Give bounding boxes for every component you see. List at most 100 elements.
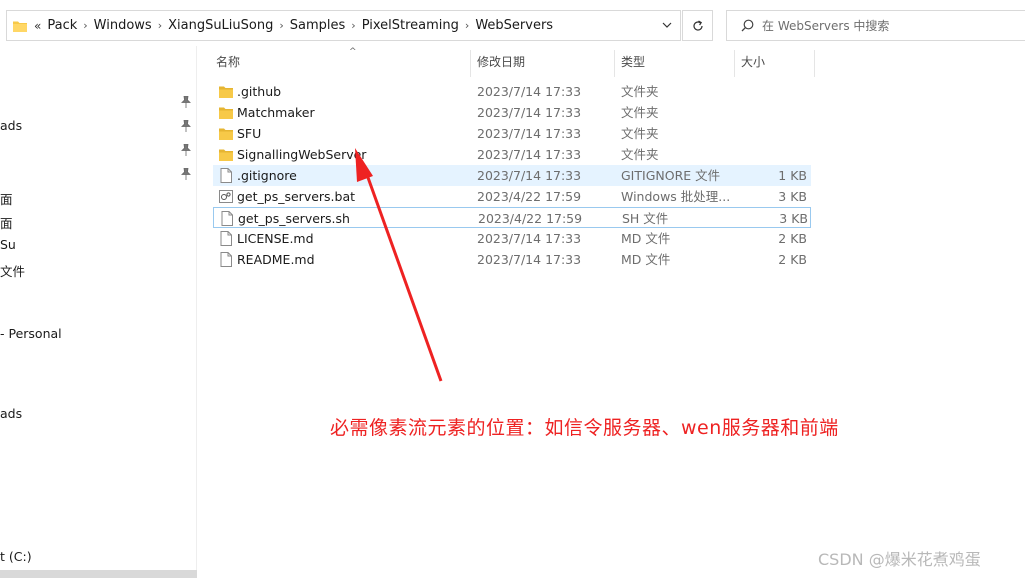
breadcrumb-item[interactable]: Windows (94, 18, 152, 33)
breadcrumb-overflow-button[interactable]: « (34, 19, 41, 33)
file-type: 文件夹 (621, 84, 659, 99)
nav-item[interactable]: 文件 (0, 261, 25, 280)
chevron-right-icon[interactable]: › (279, 19, 283, 32)
folder-icon (13, 21, 27, 32)
annotation-text: 必需像素流元素的位置：如信令服务器、wen服务器和前端 (330, 417, 839, 439)
file-name: SignallingWebServer (237, 147, 367, 162)
chevron-down-icon (662, 22, 672, 28)
file-row[interactable]: README.md 2023/7/14 17:33 MD 文件 2 KB (213, 249, 811, 270)
file-date: 2023/7/14 17:33 (477, 231, 582, 246)
chevron-right-icon[interactable]: › (83, 19, 87, 32)
file-name: get_ps_servers.bat (237, 189, 356, 204)
chevron-right-icon[interactable]: › (465, 19, 469, 32)
pin-icon[interactable] (181, 120, 191, 132)
nav-item[interactable]: 面 (0, 189, 13, 208)
address-bar[interactable]: « Pack › Windows › XiangSuLiuSong › Samples › Pi… (6, 10, 681, 41)
file-date: 2023/7/14 17:33 (477, 126, 582, 141)
sort-up-icon: ^ (349, 47, 357, 57)
column-name-label: 名称 (216, 55, 241, 69)
file-date: 2023/4/22 17:59 (477, 189, 582, 204)
column-header-size[interactable]: 大小 (734, 46, 814, 77)
document-icon (221, 211, 233, 226)
file-row[interactable]: Matchmaker 2023/7/14 17:33 文件夹 (213, 102, 811, 123)
column-type-label: 类型 (621, 55, 646, 69)
document-icon (220, 168, 232, 183)
file-size: 2 KB (778, 231, 807, 246)
document-icon (220, 231, 232, 246)
file-row[interactable]: SFU 2023/7/14 17:33 文件夹 (213, 123, 811, 144)
file-size: 2 KB (778, 252, 807, 267)
folder-icon (219, 149, 233, 161)
navigation-pane[interactable]: ads 面面 Su 文件 - Personal ads t (C:) (0, 46, 197, 578)
breadcrumb-item[interactable]: PixelStreaming (362, 18, 459, 33)
address-bar-row: « Pack › Windows › XiangSuLiuSong › Samples › Pi… (0, 0, 1025, 46)
nav-item[interactable]: t (C:) (0, 549, 32, 564)
file-date: 2023/7/14 17:33 (477, 147, 582, 162)
column-header-name[interactable]: 名称 ^ (209, 46, 471, 77)
file-type: MD 文件 (621, 252, 671, 267)
column-header-date[interactable]: 修改日期 (470, 46, 614, 77)
nav-item[interactable]: Su (0, 237, 16, 252)
file-size: 3 KB (779, 211, 808, 226)
file-type: 文件夹 (621, 126, 659, 141)
file-type: GITIGNORE 文件 (621, 168, 721, 183)
chevron-right-icon[interactable]: › (158, 19, 162, 32)
column-header-type[interactable]: 类型 (614, 46, 734, 77)
file-type: 文件夹 (621, 105, 659, 120)
address-history-dropdown[interactable] (660, 18, 674, 32)
file-name: README.md (237, 252, 315, 267)
file-row[interactable]: get_ps_servers.sh 2023/4/22 17:59 SH 文件 3 K… (213, 207, 811, 228)
nav-item[interactable]: ads (0, 406, 22, 421)
file-list: 名称 ^ 修改日期 类型 大小 .github 2023/7/14 17:33 文件… (197, 46, 1025, 578)
pin-icon[interactable] (181, 144, 191, 156)
file-size: 3 KB (778, 189, 807, 204)
column-size-label: 大小 (741, 55, 766, 69)
file-date: 2023/7/14 17:33 (477, 168, 582, 183)
breadcrumb-item[interactable]: WebServers (475, 18, 553, 33)
pin-icon[interactable] (181, 96, 191, 108)
file-name: .gitignore (237, 168, 297, 183)
file-type: 文件夹 (621, 147, 659, 162)
folder-icon (219, 128, 233, 140)
file-date: 2023/7/14 17:33 (477, 105, 582, 120)
file-name: LICENSE.md (237, 231, 314, 246)
file-explorer-window: « Pack › Windows › XiangSuLiuSong › Samples › Pi… (0, 0, 1025, 578)
refresh-icon (692, 19, 703, 31)
file-row[interactable]: get_ps_servers.bat 2023/4/22 17:59 Windows… (213, 186, 811, 207)
folder-icon (219, 86, 233, 98)
file-date: 2023/4/22 17:59 (478, 211, 583, 226)
file-row[interactable]: .gitignore 2023/7/14 17:33 GITIGNORE 文件 1 K… (213, 165, 811, 186)
file-size (733, 123, 807, 144)
file-row[interactable]: SignallingWebServer 2023/7/14 17:33 文件夹 (213, 144, 811, 165)
file-row[interactable]: .github 2023/7/14 17:33 文件夹 (213, 81, 811, 102)
breadcrumb-item[interactable]: Pack (47, 18, 77, 33)
file-size: 1 KB (778, 168, 807, 183)
nav-item[interactable]: ads (0, 118, 22, 133)
file-size (733, 81, 807, 102)
file-date: 2023/7/14 17:33 (477, 84, 582, 99)
search-box[interactable] (726, 10, 1025, 41)
column-divider[interactable] (814, 50, 815, 77)
pin-icon[interactable] (181, 168, 191, 180)
nav-item[interactable]: 面 (0, 213, 13, 232)
breadcrumb-item[interactable]: XiangSuLiuSong (168, 18, 273, 33)
watermark: CSDN @爆米花煮鸡蛋 (818, 550, 981, 569)
folder-icon (219, 107, 233, 119)
nav-item[interactable]: - Personal (0, 326, 62, 341)
nav-item-selected[interactable] (0, 570, 197, 578)
column-date-label: 修改日期 (477, 55, 526, 69)
document-icon (220, 252, 232, 267)
batch-file-icon (219, 190, 233, 203)
refresh-button[interactable] (682, 10, 713, 41)
chevron-right-icon[interactable]: › (351, 19, 355, 32)
file-size (733, 102, 807, 123)
file-name: get_ps_servers.sh (238, 211, 350, 226)
file-type: SH 文件 (622, 211, 669, 226)
file-date: 2023/7/14 17:33 (477, 252, 582, 267)
file-type: Windows 批处理... (621, 189, 731, 204)
search-icon (741, 19, 754, 32)
search-input[interactable] (762, 18, 1012, 33)
file-row[interactable]: LICENSE.md 2023/7/14 17:33 MD 文件 2 KB (213, 228, 811, 249)
breadcrumb-item[interactable]: Samples (290, 18, 346, 33)
file-name: SFU (237, 126, 262, 141)
